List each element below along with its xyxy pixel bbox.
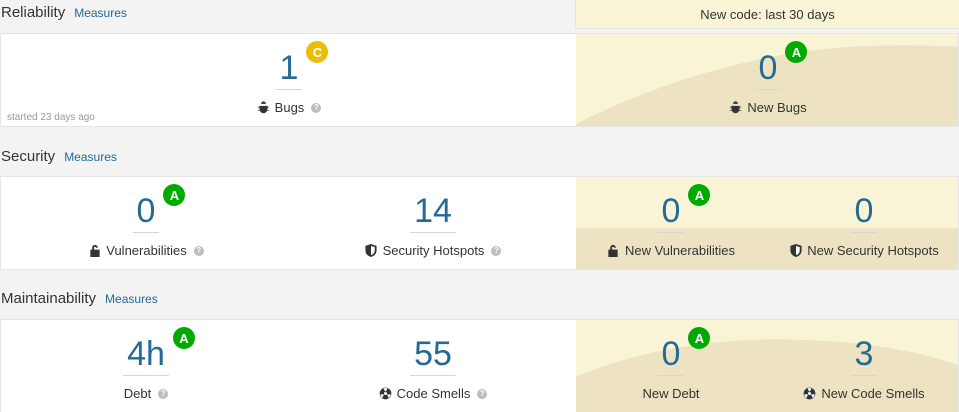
vulnerabilities-label: Vulnerabilities (106, 243, 187, 258)
debt-value[interactable]: 4h (123, 334, 169, 376)
security-hotspots-value[interactable]: 14 (410, 191, 456, 233)
code-smells-label-row: Code Smells ? (353, 386, 513, 401)
new-debt-rating-badge[interactable]: A (688, 327, 711, 349)
maintainability-card: 4h A Debt ? 55 Code Smells ? 0 A New Deb… (0, 319, 959, 412)
new-bugs-label-row: New Bugs (718, 100, 818, 115)
debt-label-row: Debt ? (71, 386, 221, 401)
new-debt-label: New Debt (642, 386, 700, 401)
security-hotspots-label-row: Security Hotspots ? (353, 243, 513, 258)
lock-icon (607, 244, 620, 257)
shield-icon (365, 244, 378, 257)
new-security-hotspots-value-wrap: 0 (850, 191, 878, 233)
reliability-overall: 1 C Bugs ? started 23 days ago (1, 34, 576, 126)
bugs-help-icon[interactable]: ? (311, 102, 322, 113)
new-bugs-rating-badge[interactable]: A (785, 41, 808, 63)
new-code-smells-value[interactable]: 3 (850, 334, 878, 376)
debt-rating-badge[interactable]: A (172, 327, 195, 349)
code-smells-label: Code Smells (396, 386, 471, 401)
new-security-hotspots-label: New Security Hotspots (807, 243, 939, 258)
new-code-period-label: New code: last 30 days (700, 6, 835, 22)
reliability-card: 1 C Bugs ? started 23 days ago 0 A New B… (0, 33, 959, 127)
maintainability-new-code: 0 A New Debt 3 New Code Smells (576, 320, 958, 412)
new-bugs-value[interactable]: 0 (754, 48, 782, 90)
security-card: 0 A Vulnerabilities ? 14 Security Hotspo… (0, 176, 959, 270)
new-security-hotspots-value[interactable]: 0 (850, 191, 878, 233)
new-bugs-label: New Bugs (747, 100, 807, 115)
lock-icon (88, 244, 101, 257)
shield-icon (789, 244, 802, 257)
new-vulnerabilities-label-row: New Vulnerabilities (596, 243, 746, 258)
reliability-measures-link[interactable]: Measures (74, 6, 127, 20)
debt-help-icon[interactable]: ? (158, 388, 169, 399)
security-section-header: Security Measures (0, 148, 575, 165)
new-debt-value-wrap: 0 A (657, 327, 711, 376)
code-smells-value[interactable]: 55 (410, 334, 456, 376)
new-code-smells-label: New Code Smells (821, 386, 925, 401)
vulnerabilities-metric: 0 A Vulnerabilities ? (71, 184, 221, 258)
bugs-label-row: Bugs ? (239, 100, 339, 115)
security-hotspots-metric: 14 Security Hotspots ? (353, 191, 513, 258)
reliability-title: Reliability (1, 4, 66, 21)
new-bugs-value-wrap: 0 A (754, 41, 808, 90)
new-vulnerabilities-value-wrap: 0 A (657, 184, 711, 233)
debt-metric: 4h A Debt ? (71, 327, 221, 401)
new-debt-metric: 0 A New Debt (596, 327, 746, 401)
reliability-section-header: Reliability Measures (0, 4, 575, 21)
new-vulnerabilities-label: New Vulnerabilities (624, 243, 736, 258)
bugs-value[interactable]: 1 (275, 48, 303, 90)
bugs-label: Bugs (274, 100, 305, 115)
bugs-rating-badge[interactable]: C (306, 41, 329, 63)
debt-label: Debt (123, 386, 152, 401)
new-code-smells-value-wrap: 3 (850, 334, 878, 376)
new-vulnerabilities-value[interactable]: 0 (657, 191, 685, 233)
security-hotspots-value-wrap: 14 (410, 191, 456, 233)
security-new-code: 0 A New Vulnerabilities 0 New Security H… (576, 177, 958, 269)
code-smell-icon (803, 387, 816, 400)
vulnerabilities-help-icon[interactable]: ? (193, 245, 204, 256)
code-smells-help-icon[interactable]: ? (477, 388, 488, 399)
security-measures-link[interactable]: Measures (64, 150, 117, 164)
new-code-period-header: New code: last 30 days (575, 0, 959, 29)
new-bugs-metric: 0 A New Bugs (718, 41, 818, 115)
bug-icon (729, 101, 742, 114)
bugs-metric: 1 C Bugs ? (239, 41, 339, 115)
new-debt-label-row: New Debt (596, 386, 746, 401)
new-code-smells-label-row: New Code Smells (780, 386, 948, 401)
maintainability-measures-link[interactable]: Measures (105, 292, 158, 306)
security-title: Security (1, 148, 56, 165)
vulnerabilities-value[interactable]: 0 (132, 191, 160, 233)
started-timestamp: started 23 days ago (7, 112, 95, 123)
bugs-value-wrap: 1 C (275, 41, 329, 90)
new-security-hotspots-label-row: New Security Hotspots (780, 243, 948, 258)
vulnerabilities-label-row: Vulnerabilities ? (71, 243, 221, 258)
maintainability-title: Maintainability (1, 290, 97, 307)
security-overall: 0 A Vulnerabilities ? 14 Security Hotspo… (1, 177, 576, 269)
maintainability-overall: 4h A Debt ? 55 Code Smells ? (1, 320, 576, 412)
code-smells-value-wrap: 55 (410, 334, 456, 376)
new-code-smells-metric: 3 New Code Smells (780, 334, 948, 401)
reliability-new-code: 0 A New Bugs (576, 34, 958, 126)
new-vulnerabilities-metric: 0 A New Vulnerabilities (596, 184, 746, 258)
new-vulnerabilities-rating-badge[interactable]: A (688, 184, 711, 206)
new-security-hotspots-metric: 0 New Security Hotspots (780, 191, 948, 258)
bug-icon (257, 101, 270, 114)
security-hotspots-help-icon[interactable]: ? (491, 245, 502, 256)
vulnerabilities-rating-badge[interactable]: A (163, 184, 186, 206)
maintainability-section-header: Maintainability Measures (0, 290, 575, 307)
debt-value-wrap: 4h A (123, 327, 195, 376)
new-debt-value[interactable]: 0 (657, 334, 685, 376)
code-smell-icon (379, 387, 392, 400)
vulnerabilities-value-wrap: 0 A (132, 184, 186, 233)
code-smells-metric: 55 Code Smells ? (353, 334, 513, 401)
security-hotspots-label: Security Hotspots (382, 243, 485, 258)
